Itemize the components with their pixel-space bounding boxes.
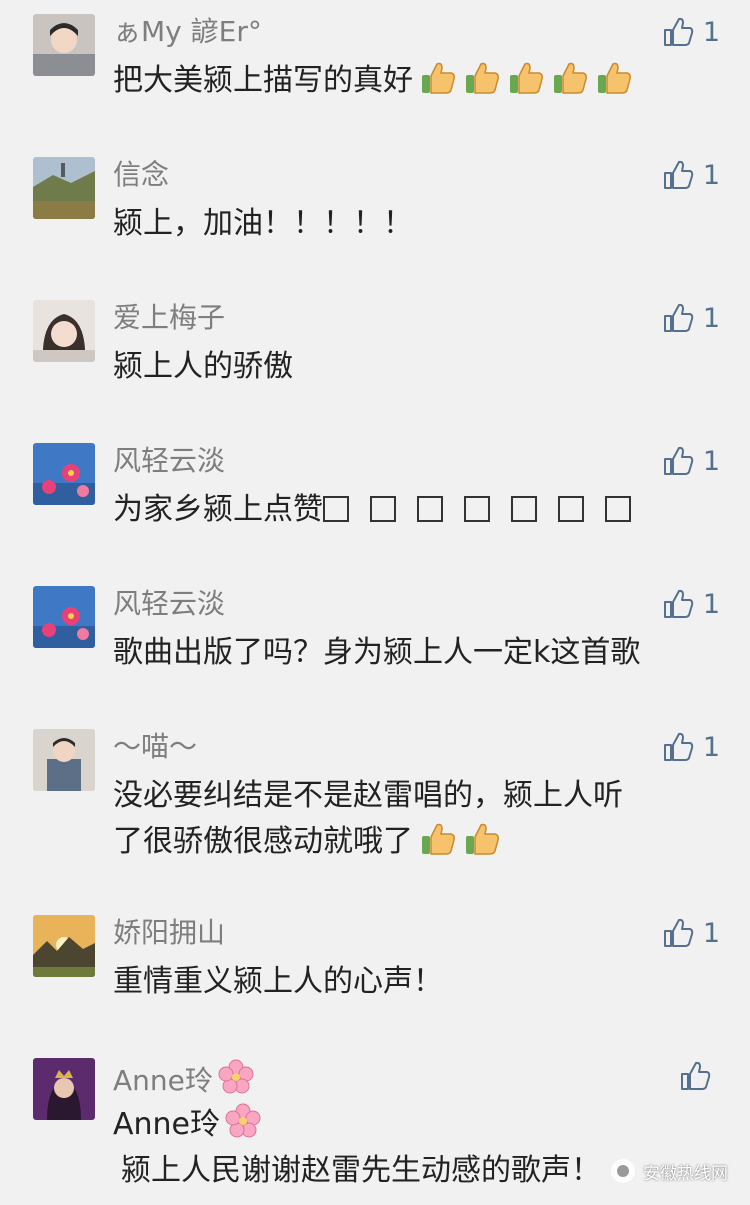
missing-glyph-box: [558, 496, 584, 522]
comment-nickname[interactable]: ～喵～: [113, 729, 197, 765]
avatar[interactable]: [33, 729, 95, 791]
watermark-logo-icon: [611, 1159, 635, 1183]
like-count: 1: [703, 589, 720, 620]
comment-nickname[interactable]: 爱上梅子: [113, 300, 225, 336]
comment-nickname[interactable]: 风轻云淡: [113, 443, 225, 479]
like-count: 1: [703, 446, 720, 477]
comment-text-line: Anne玲: [113, 1102, 713, 1148]
like-count: 1: [703, 17, 720, 48]
thumbs-up-emoji-icon: [551, 59, 589, 97]
thumbs-up-icon: [678, 1059, 712, 1093]
like-button[interactable]: 1: [661, 915, 720, 951]
like-button[interactable]: [678, 1058, 720, 1094]
missing-glyph-box: [605, 496, 631, 522]
comment-nickname[interactable]: Anne玲: [113, 1058, 255, 1094]
thumbs-up-icon: [661, 15, 695, 49]
comment-text: 把大美颍上描写的真好: [113, 58, 713, 104]
thumbs-up-icon: [661, 730, 695, 764]
thumbs-up-emoji-icon: [463, 59, 501, 97]
avatar[interactable]: [33, 157, 95, 219]
thumbs-up-emoji-icon: [419, 820, 457, 858]
missing-glyph-box: [464, 496, 490, 522]
like-count: 1: [703, 732, 720, 763]
comment-text-body: 把大美颍上描写的真好: [113, 63, 413, 98]
like-button[interactable]: 1: [661, 300, 720, 336]
like-count: 1: [703, 160, 720, 191]
comment-nickname[interactable]: ぁMy 諺Er°: [113, 14, 262, 50]
like-button[interactable]: 1: [661, 443, 720, 479]
like-button[interactable]: 1: [661, 14, 720, 50]
like-count: 1: [703, 303, 720, 334]
thumbs-up-icon: [661, 158, 695, 192]
comment-text-body: Anne玲: [113, 1107, 220, 1142]
comment-nickname[interactable]: 信念: [113, 157, 169, 193]
avatar[interactable]: [33, 1058, 95, 1120]
comment-text-line: 没必要纠结是不是赵雷唱的，颍上人听: [113, 773, 713, 819]
thumbs-up-emoji-icon: [507, 59, 545, 97]
missing-glyph-box: [511, 496, 537, 522]
thumbs-up-icon: [661, 444, 695, 478]
missing-glyph-box: [323, 496, 349, 522]
comment-text-body: 为家乡颍上点赞: [113, 492, 323, 527]
comment-text: 颍上人的骄傲: [113, 344, 713, 390]
like-button[interactable]: 1: [661, 157, 720, 193]
comment-nickname[interactable]: 风轻云淡: [113, 586, 225, 622]
comment-text-line: 了很骄傲很感动就哦了: [113, 819, 713, 865]
comment-nickname-text: Anne玲: [113, 1064, 213, 1097]
thumbs-up-emoji-icon: [463, 820, 501, 858]
like-button[interactable]: 1: [661, 586, 720, 622]
avatar[interactable]: [33, 300, 95, 362]
missing-glyph-box: [370, 496, 396, 522]
comment-text-body: 了很骄傲很感动就哦了: [113, 824, 413, 859]
missing-glyph-box: [417, 496, 443, 522]
like-count: 1: [703, 918, 720, 949]
avatar[interactable]: [33, 14, 95, 76]
comment-nickname[interactable]: 娇阳拥山: [113, 915, 225, 951]
comment-text: 歌曲出版了吗？身为颍上人一定k这首歌: [113, 630, 713, 676]
thumbs-up-icon: [661, 587, 695, 621]
watermark-text: 安徽热线网: [643, 1159, 728, 1184]
cherry-blossom-icon: [224, 1102, 262, 1140]
thumbs-up-emoji-icon: [595, 59, 633, 97]
comment-text: 重情重义颍上人的心声！: [113, 959, 713, 1005]
watermark: 安徽热线网: [611, 1156, 728, 1186]
like-button[interactable]: 1: [661, 729, 720, 765]
thumbs-up-icon: [661, 916, 695, 950]
cherry-blossom-icon: [217, 1058, 255, 1096]
avatar[interactable]: [33, 443, 95, 505]
avatar[interactable]: [33, 586, 95, 648]
comment-text: 为家乡颍上点赞: [113, 487, 713, 533]
thumbs-up-icon: [661, 301, 695, 335]
comment-text: 颍上，加油！！！！！: [113, 201, 713, 247]
avatar[interactable]: [33, 915, 95, 977]
thumbs-up-emoji-icon: [419, 59, 457, 97]
comment-text: 没必要纠结是不是赵雷唱的，颍上人听 了很骄傲很感动就哦了: [113, 773, 713, 865]
